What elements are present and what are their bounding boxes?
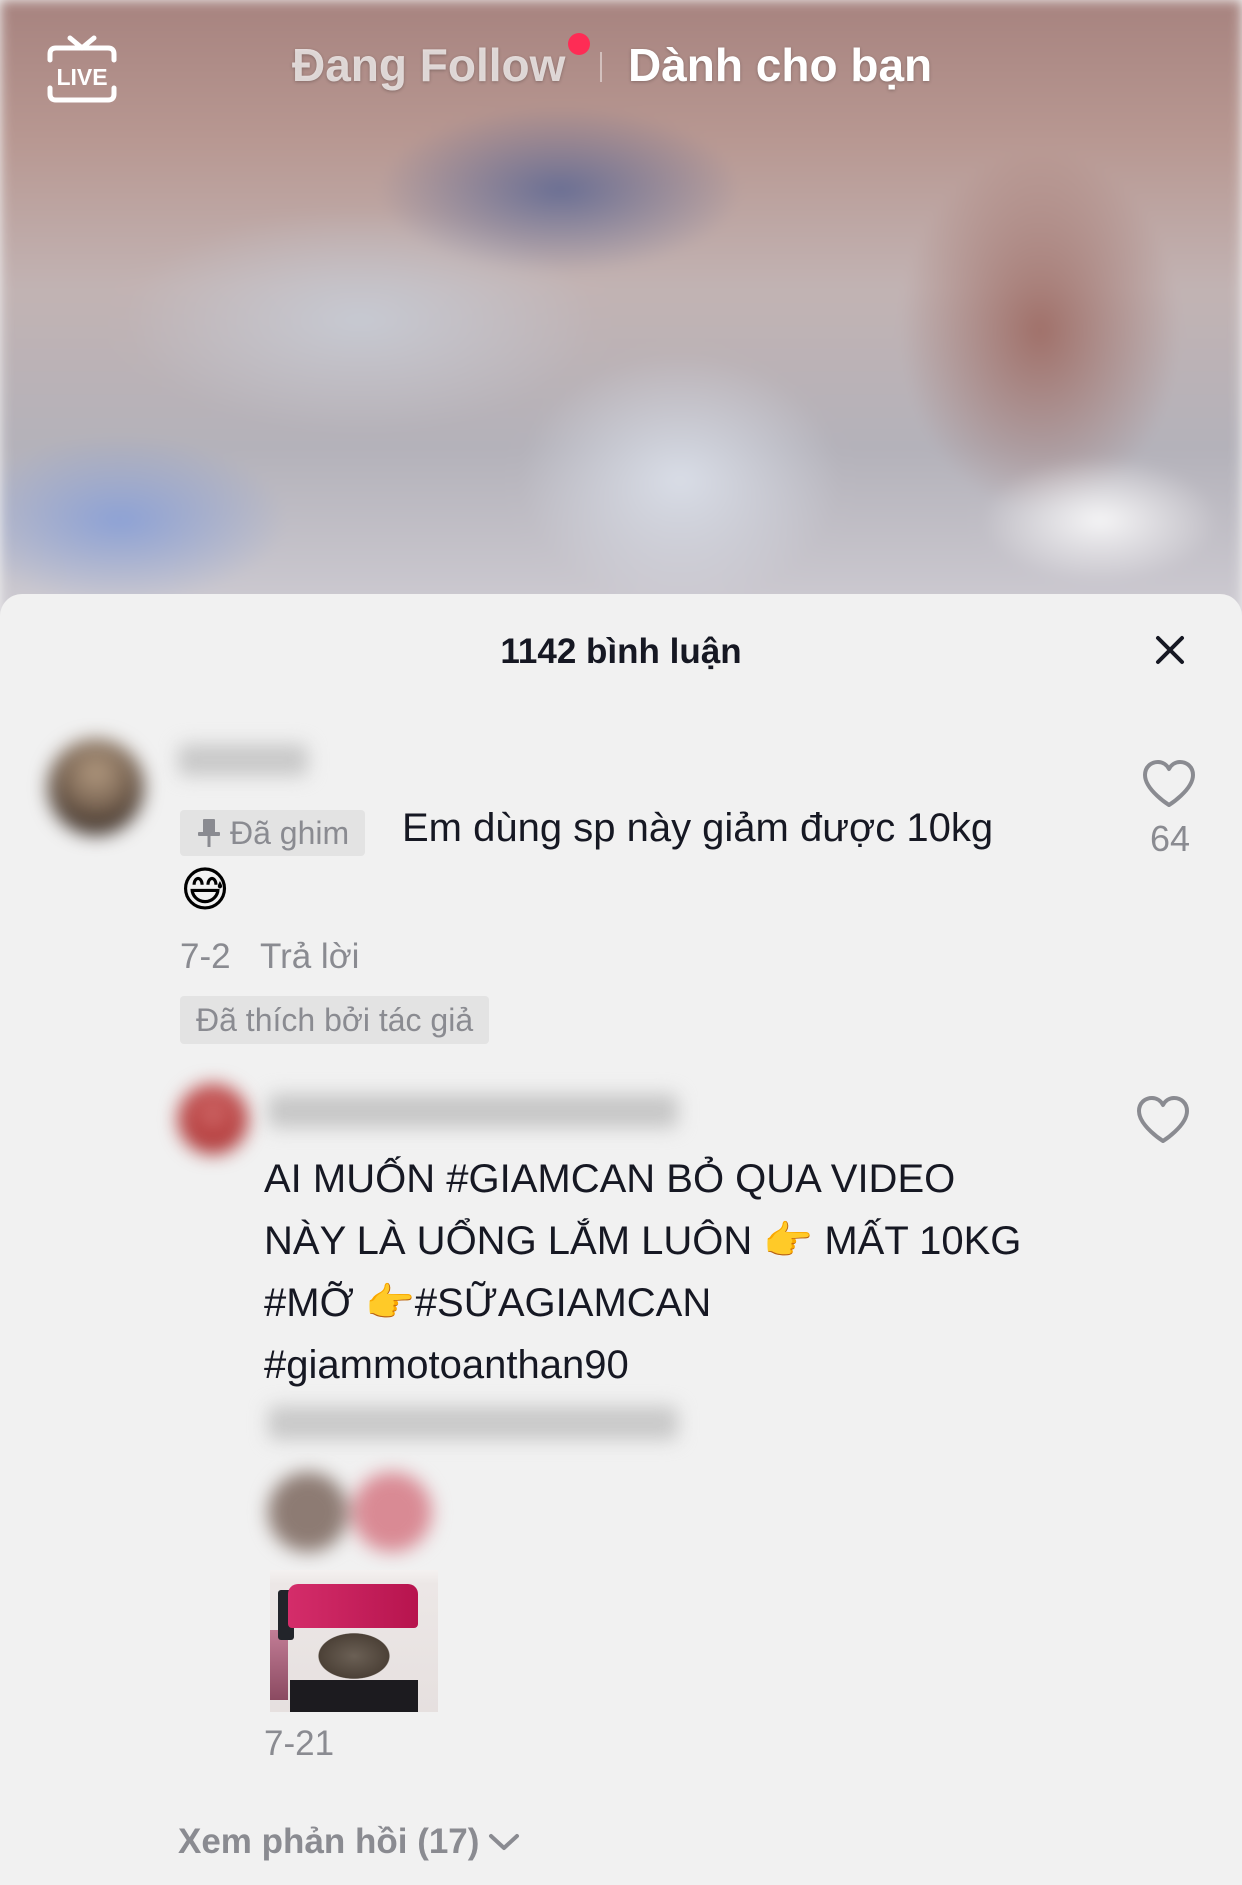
sweat-smile-emoji: 😅 [180,864,231,917]
username-blurred[interactable] [268,1094,678,1128]
live-label: LIVE [56,64,107,90]
avatar[interactable] [48,739,144,835]
view-replies-label: Xem phản hồi (17) [178,1822,480,1861]
close-icon[interactable] [1150,630,1190,670]
blurred-mentions[interactable] [268,1406,678,1440]
like-count: 64 [1149,818,1191,859]
comment-text: Em dùng sp này giảm được 10kg [402,806,994,850]
avatar[interactable] [178,1084,248,1154]
comment-text-line: AI MUỐN #GIAMCAN BỎ QUA VIDEO [264,1157,956,1201]
photo-detail [290,1680,418,1712]
pinned-badge: Đã ghim [180,810,366,856]
pinned-label: Đã ghim [230,814,350,851]
comments-count-title: 1142 bình luận [500,632,742,671]
comment-date: 7-2 [180,937,231,976]
heart-outline-icon[interactable] [1134,1094,1192,1146]
photo-detail [270,1630,288,1700]
live-icon[interactable]: LIVE [42,30,122,106]
comment-text: AI MUỐN #GIAMCAN BỎ QUA VIDEO NÀY LÀ UỔN… [264,1148,1124,1396]
notification-dot [568,33,590,55]
blurred-avatars [268,1472,436,1552]
avatar [352,1472,432,1552]
chevron-down-icon [489,1834,520,1850]
photo-detail [288,1584,418,1628]
top-navigation: LIVE Đang Follow Dành cho bạn [0,0,1242,140]
tab-divider [600,52,602,82]
pin-icon [198,819,220,847]
comment-text-line: #giammotoanthan90 [264,1343,629,1387]
avatar [268,1472,348,1552]
comment-text-line: NÀY LÀ UỔNG LẮM LUÔN 👉 MẤT 10KG [264,1219,1022,1263]
heart-outline-icon[interactable] [1140,758,1198,810]
reply-button[interactable]: Trả lời [260,937,359,977]
comment-date: 7-21 [264,1724,335,1763]
tab-for-you[interactable]: Dành cho bạn [628,38,932,92]
comment-text-line: #MỠ 👉#SỮAGIAMCAN [264,1281,712,1325]
liked-by-author-badge: Đã thích bởi tác giả [180,996,490,1044]
comment-photo[interactable] [270,1570,438,1712]
username-blurred[interactable] [178,744,308,776]
comments-sheet: 1142 bình luận Đã ghim Em dùng sp này gi… [0,594,1242,1885]
view-replies-button[interactable]: Xem phản hồi (17) [178,1822,521,1862]
tab-following[interactable]: Đang Follow [292,38,565,92]
